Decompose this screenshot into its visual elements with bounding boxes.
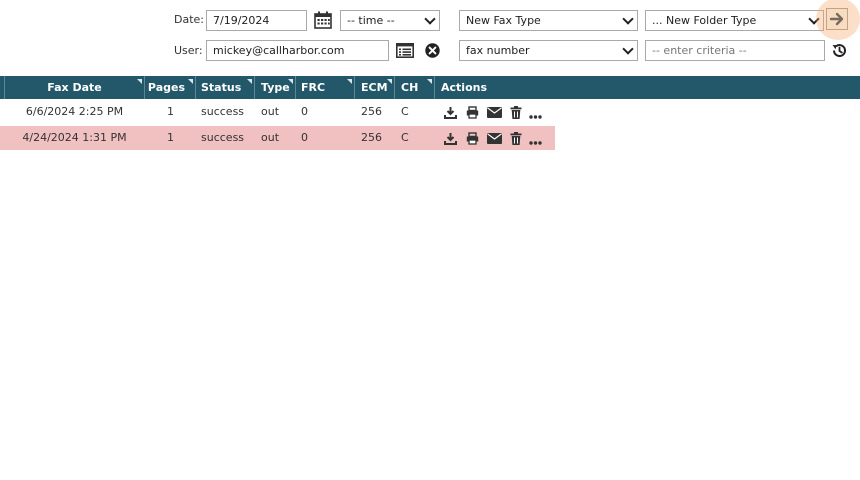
column-header-status[interactable]: Status [196, 76, 255, 99]
column-header-label: Actions [441, 81, 487, 94]
fax-type-select[interactable]: New Fax Type [459, 10, 638, 31]
column-header-frc[interactable]: FRC [296, 76, 355, 99]
folder-type-select[interactable]: ... New Folder Type [645, 10, 824, 31]
column-header-label: CH [401, 81, 419, 94]
cell-ch: C [401, 105, 409, 118]
user-input[interactable]: mickey@callharbor.com [206, 40, 389, 61]
ellipsis-icon[interactable] [529, 135, 542, 148]
sort-indicator-icon [347, 79, 352, 84]
column-header-label: Pages [147, 81, 185, 94]
criteria-placeholder: -- enter criteria -- [652, 44, 747, 57]
column-header-label: Status [201, 81, 242, 94]
cell-pages: 1 [167, 105, 174, 118]
chevron-down-icon [622, 43, 634, 55]
column-header-type[interactable]: Type [255, 76, 296, 99]
sort-indicator-icon [137, 79, 142, 84]
cell-fax-date: 4/24/2024 1:31 PM [22, 131, 127, 144]
sort-indicator-icon [188, 79, 193, 84]
column-header-ecm[interactable]: ECM [355, 76, 395, 99]
envelope-icon[interactable] [487, 133, 502, 147]
time-select[interactable]: -- time -- [340, 10, 440, 31]
date-input[interactable]: 7/19/2024 [206, 10, 307, 31]
cell-fax-date: 6/6/2024 2:25 PM [25, 105, 124, 118]
fax-type-select-value: New Fax Type [466, 14, 541, 27]
cell-frc: 0 [301, 131, 308, 144]
user-label: User: [174, 44, 203, 57]
column-header-label: Type [261, 81, 290, 94]
table-row[interactable]: 6/6/2024 2:25 PM 1 success out 0 256 C [0, 100, 555, 124]
column-header-label: FRC [301, 81, 326, 94]
chevron-down-icon [424, 13, 436, 25]
cell-type: out [261, 105, 280, 118]
download-icon[interactable] [444, 132, 457, 148]
cell-type: out [261, 131, 280, 144]
criteria-input[interactable]: -- enter criteria -- [645, 40, 825, 61]
search-field-select-value: fax number [466, 44, 530, 57]
cell-ecm: 256 [361, 105, 382, 118]
column-header-actions: Actions [435, 76, 860, 99]
cell-status: success [201, 131, 245, 144]
column-header-label: Fax Date [47, 81, 102, 94]
folder-type-select-value: ... New Folder Type [652, 14, 757, 27]
print-icon[interactable] [466, 132, 479, 148]
cell-ch: C [401, 131, 409, 144]
arrow-right-icon[interactable] [826, 8, 848, 30]
cell-status: success [201, 105, 245, 118]
close-circle-icon[interactable] [425, 43, 440, 61]
trash-icon[interactable] [510, 132, 522, 148]
cell-pages: 1 [167, 131, 174, 144]
time-select-value: -- time -- [347, 14, 395, 27]
history-icon[interactable] [831, 42, 848, 62]
cell-ecm: 256 [361, 131, 382, 144]
column-header-ch[interactable]: CH [395, 76, 435, 99]
column-header-pages[interactable]: Pages [145, 76, 196, 99]
trash-icon[interactable] [510, 106, 522, 122]
sort-indicator-icon [247, 79, 252, 84]
chevron-down-icon [622, 13, 634, 25]
table-header: Fax Date Pages Status Type FRC ECM CH Ac… [0, 76, 860, 99]
calendar-icon[interactable] [314, 11, 332, 32]
column-header-label: ECM [361, 81, 388, 94]
cell-frc: 0 [301, 105, 308, 118]
list-icon[interactable] [396, 43, 414, 61]
ellipsis-icon[interactable] [529, 109, 542, 122]
sort-indicator-icon [387, 79, 392, 84]
envelope-icon[interactable] [487, 107, 502, 121]
sort-indicator-icon [427, 79, 432, 84]
date-label: Date: [174, 13, 204, 26]
table-row[interactable]: 4/24/2024 1:31 PM 1 success out 0 256 C [0, 126, 555, 150]
search-field-select[interactable]: fax number [459, 40, 638, 61]
download-icon[interactable] [444, 106, 457, 122]
column-header-fax-date[interactable]: Fax Date [4, 76, 145, 99]
sort-indicator-icon [288, 79, 293, 84]
print-icon[interactable] [466, 106, 479, 122]
